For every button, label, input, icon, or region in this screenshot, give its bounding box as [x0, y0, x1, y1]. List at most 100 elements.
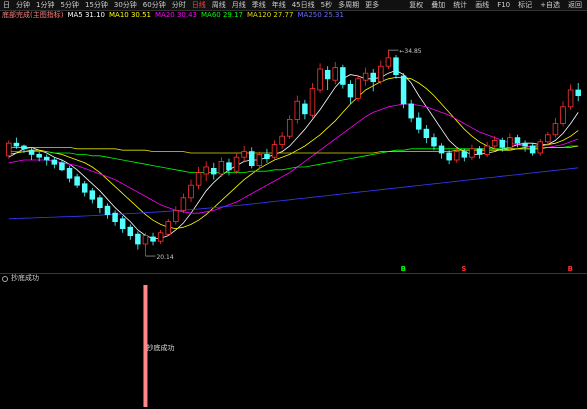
candle-body: [180, 197, 187, 211]
candle-body: [529, 145, 536, 154]
candle-body: [264, 153, 270, 159]
ma60-value: MA60 29.17: [201, 11, 244, 19]
candle-body: [416, 117, 422, 130]
candle-body: [400, 75, 407, 105]
candle-body: [44, 156, 50, 161]
low-price-label: 20.14: [156, 254, 173, 261]
period-button-11[interactable]: 季线: [249, 0, 269, 10]
candle-body: [393, 57, 399, 75]
ma-info-bar: 底部完成(主图指标) MA5 31.10 MA10 30.51 MA20 30.…: [0, 10, 587, 21]
candle-body: [347, 84, 354, 98]
candle-body: [545, 134, 551, 143]
candle-body: [438, 145, 445, 154]
candle-body: [362, 72, 369, 81]
period-button-15[interactable]: 多周期: [335, 0, 362, 10]
period-button-4[interactable]: 15分钟: [82, 0, 111, 10]
candle-body: [446, 152, 452, 161]
candle-body: [431, 137, 437, 147]
tool-button-2[interactable]: 统计: [450, 0, 470, 10]
candle-body: [279, 135, 285, 145]
indicator-title[interactable]: 底部完成(主图指标): [2, 10, 63, 21]
candle-body: [499, 140, 506, 148]
candle-body: [317, 68, 323, 91]
tool-button-7[interactable]: 返回: [565, 0, 585, 10]
tool-button-1[interactable]: 叠加: [428, 0, 448, 10]
candle-body: [507, 137, 513, 148]
candle-body: [241, 151, 247, 158]
candle-body: [286, 119, 293, 137]
candle-body: [385, 57, 392, 67]
candle-body: [567, 89, 574, 108]
tool-button-5[interactable]: 标记: [515, 0, 535, 10]
candle-body: [59, 162, 65, 171]
candle-body: [203, 166, 209, 175]
candle-body: [461, 151, 468, 158]
candle-body: [514, 137, 521, 144]
candle-body: [340, 67, 346, 85]
candle-body: [476, 148, 483, 155]
candle-body: [157, 232, 164, 242]
ma120-value: MA120 27.77: [247, 11, 294, 19]
candle-body: [89, 190, 96, 200]
period-button-2[interactable]: 1分钟: [33, 0, 57, 10]
signal-marker: B: [401, 265, 406, 273]
candlestick-chart[interactable]: ←34.85 20.14 B S B: [0, 21, 587, 273]
period-button-16[interactable]: 更多: [362, 0, 382, 10]
candle-body: [173, 209, 179, 222]
tool-button-4[interactable]: F10: [494, 0, 513, 10]
period-button-7[interactable]: 分时: [169, 0, 189, 10]
candle-body: [135, 233, 141, 245]
candle-body: [165, 221, 171, 235]
candle-body: [13, 142, 20, 147]
candle-body: [309, 88, 316, 116]
period-button-12[interactable]: 年线: [269, 0, 289, 10]
signal-label: 抄底成功: [146, 343, 174, 352]
candle-body: [112, 212, 118, 222]
candle-body: [256, 153, 263, 166]
candle-body: [537, 141, 543, 154]
period-button-3[interactable]: 5分钟: [57, 0, 81, 10]
candle-body: [453, 151, 460, 161]
ma-line-ma5: [8, 69, 579, 239]
tool-button-6[interactable]: +自选: [537, 0, 563, 10]
candle-body: [522, 142, 528, 147]
candle-body: [127, 226, 134, 236]
high-price-label: ←34.85: [399, 48, 421, 55]
candle-body: [332, 67, 339, 81]
ma5-value: MA5 31.10: [67, 11, 106, 19]
period-button-1[interactable]: 分钟: [13, 0, 33, 10]
candle-body: [408, 103, 414, 119]
candle-body: [6, 142, 12, 157]
candle-body: [195, 172, 202, 186]
candle-body: [188, 184, 194, 199]
candle-body: [355, 78, 361, 99]
period-button-13[interactable]: 45日线: [289, 0, 318, 10]
tool-button-3[interactable]: 画线: [472, 0, 492, 10]
candle-body: [150, 236, 156, 242]
ma10-value: MA10 30.51: [109, 11, 152, 19]
period-button-0[interactable]: 日: [0, 0, 13, 10]
period-button-14[interactable]: 5秒: [318, 0, 335, 10]
candle-body: [560, 106, 566, 125]
signal-indicator-chart[interactable]: 抄底成功: [0, 275, 587, 409]
period-button-5[interactable]: 30分钟: [111, 0, 140, 10]
candle-body: [491, 140, 498, 147]
candle-body: [469, 148, 475, 158]
candle-body: [36, 153, 42, 158]
candle-body: [66, 167, 73, 179]
candle-body: [294, 100, 301, 120]
tool-button-0[interactable]: 复权: [406, 0, 426, 10]
period-button-10[interactable]: 月线: [229, 0, 249, 10]
signal-marker: S: [461, 265, 466, 273]
candle-body: [248, 151, 255, 167]
candle-body: [575, 89, 581, 96]
ma20-value: MA20 30.43: [155, 11, 198, 19]
candle-body: [97, 197, 103, 209]
period-button-6[interactable]: 60分钟: [140, 0, 169, 10]
period-button-9[interactable]: 周线: [209, 0, 229, 10]
candle-body: [104, 205, 111, 215]
candle-body: [324, 70, 331, 80]
period-button-8[interactable]: 日线: [189, 0, 209, 10]
signal-marker: B: [568, 265, 573, 273]
candle-body: [484, 145, 490, 155]
